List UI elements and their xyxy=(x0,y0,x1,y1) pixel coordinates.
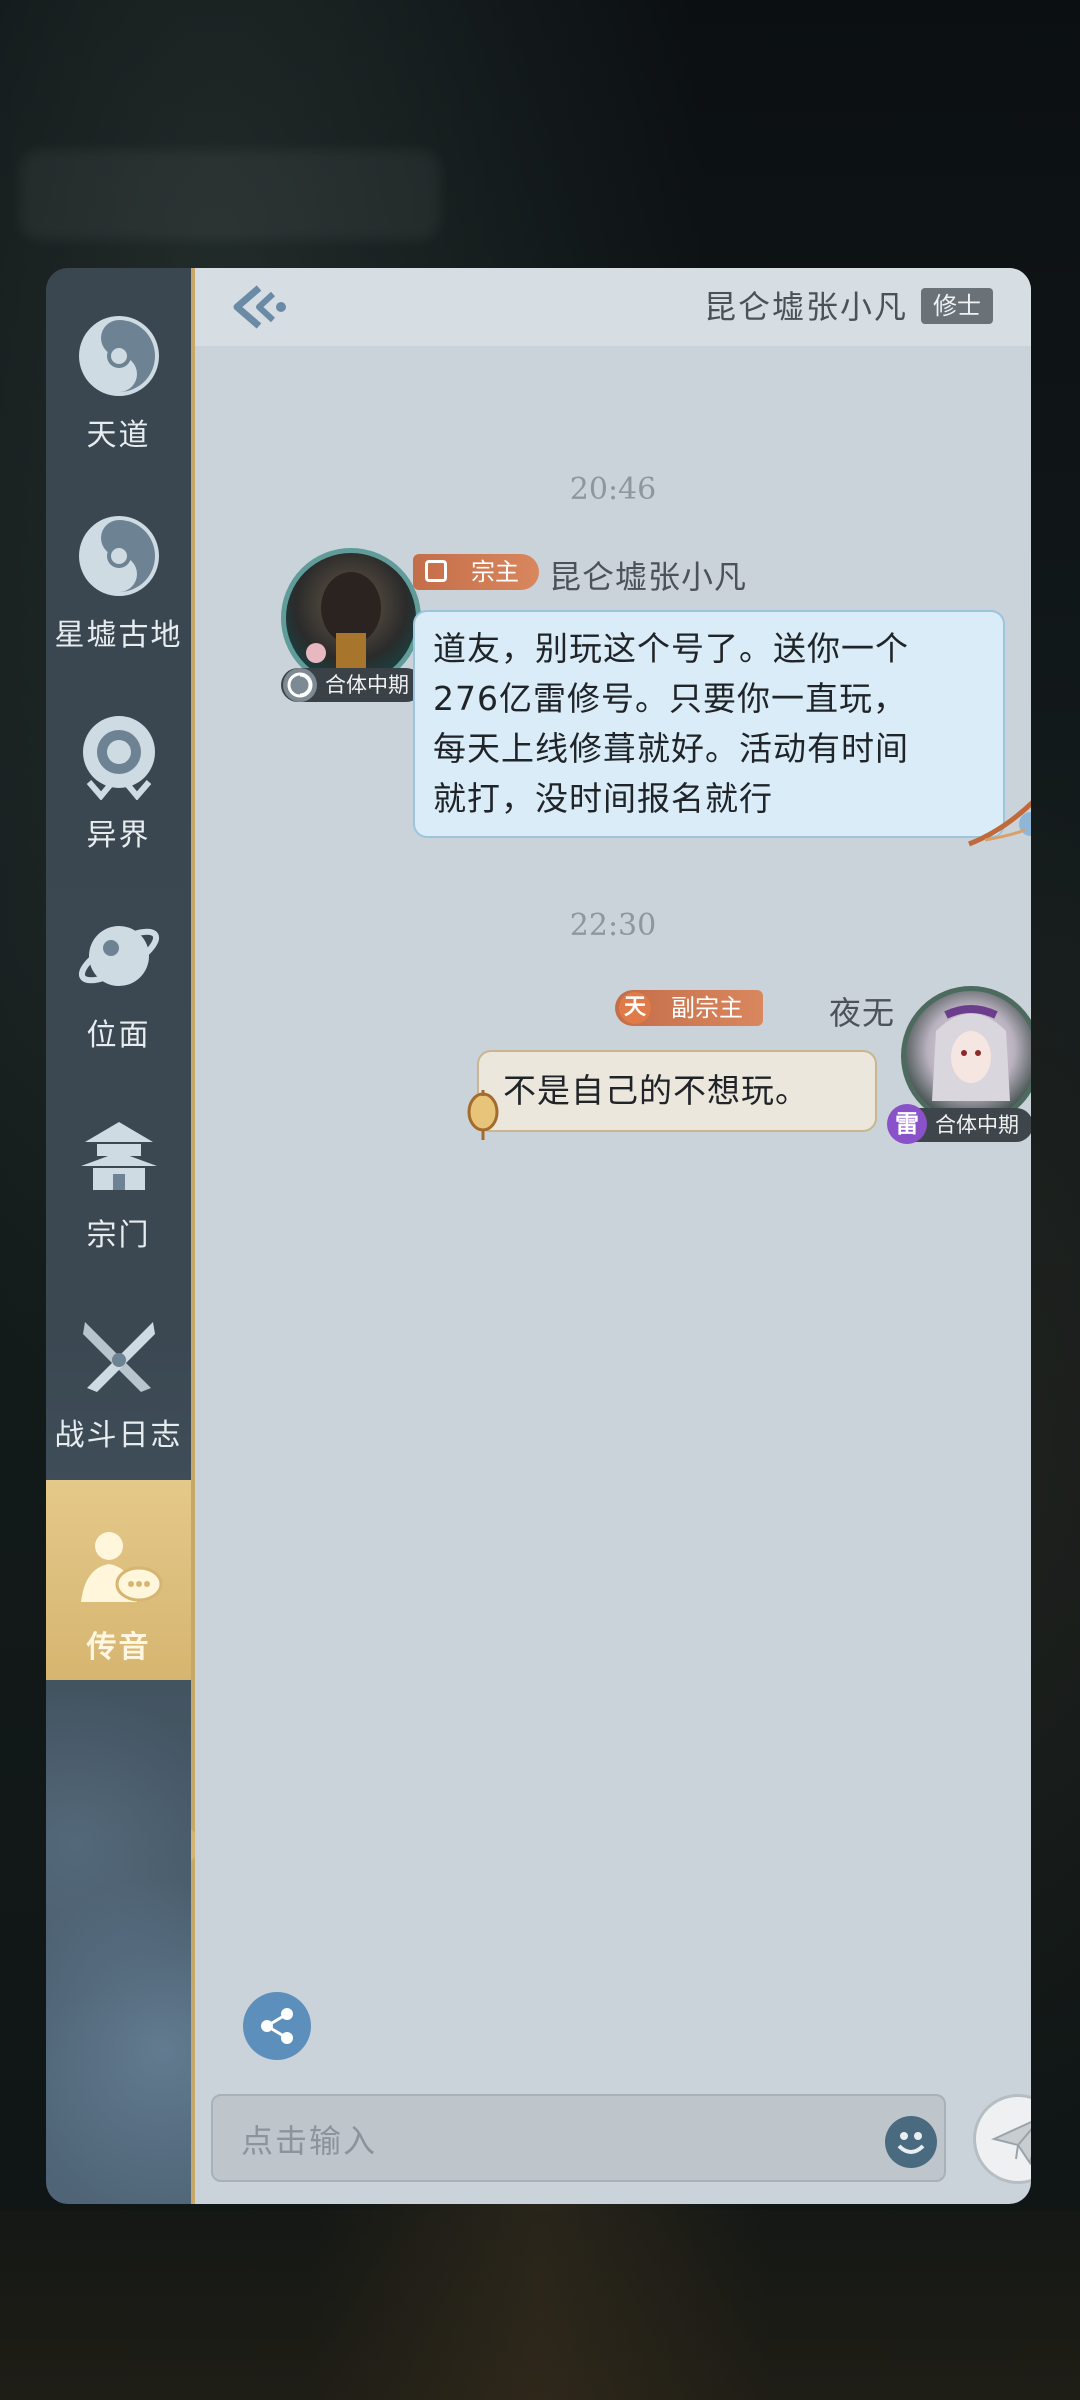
sidebar-item-tiandao[interactable]: 天道 xyxy=(46,268,191,468)
cultivation-rank-badge: 雷 合体中期 xyxy=(887,1104,1031,1144)
sidebar-item-xingxu[interactable]: 星墟古地 xyxy=(46,468,191,668)
sidebar-item-label: 天道 xyxy=(86,418,151,453)
share-icon xyxy=(261,2008,293,2044)
sect-title-badge: 宗主 xyxy=(413,554,539,590)
portal-ring-icon xyxy=(75,712,163,800)
square-badge-icon xyxy=(425,560,447,582)
taiji-swirl-icon xyxy=(75,512,163,600)
heaven-badge-icon: 天 xyxy=(619,992,651,1024)
bubble-cloud-ornament-icon xyxy=(968,800,1031,847)
background-blur-footer xyxy=(0,2210,1080,2400)
message-line: 就打，没时间报名就行 xyxy=(433,779,773,818)
message-input[interactable]: 点击输入 xyxy=(211,2094,946,2182)
sidebar-item-label: 传音 xyxy=(86,1630,151,1665)
back-arrow-icon xyxy=(233,285,286,329)
sidebar-item-label: 异界 xyxy=(86,818,151,853)
message-line: 每天上线修葺就好。活动有时间 xyxy=(433,729,909,768)
message-line: 不是自己的不想玩。 xyxy=(503,1071,809,1110)
taiji-swirl-icon xyxy=(75,312,163,400)
emoji-button[interactable] xyxy=(885,2116,937,2168)
sidebar-item-yijie[interactable]: 异界 xyxy=(46,668,191,868)
sidebar-item-label: 战斗日志 xyxy=(54,1418,183,1453)
chat-header: 昆仑墟张小凡 修士 xyxy=(195,268,1031,346)
messenger-panel: 天道 星墟古地 异界 位面 宗门 战斗日志 传音 昆仑墟张小凡 修士 20:46… xyxy=(46,268,1031,2204)
sidebar-item-label: 星墟古地 xyxy=(54,618,183,653)
rank-swirl-icon xyxy=(283,668,317,702)
message-timestamp: 22:30 xyxy=(569,908,657,943)
sidebar-item-label: 位面 xyxy=(86,1018,151,1053)
bubble-lantern-ornament-icon xyxy=(467,1090,499,1140)
back-button[interactable] xyxy=(233,280,289,334)
message-bubble[interactable]: 不是自己的不想玩。 xyxy=(477,1050,877,1132)
crossed-swords-icon xyxy=(75,1312,163,1400)
sidebar-item-zongmen[interactable]: 宗门 xyxy=(46,1068,191,1268)
sidebar: 天道 星墟古地 异界 位面 宗门 战斗日志 传音 xyxy=(46,268,195,2204)
rank-label: 合体中期 xyxy=(325,673,409,697)
share-button[interactable] xyxy=(243,1992,311,2060)
paper-plane-icon xyxy=(990,2120,1031,2166)
avatar[interactable] xyxy=(901,986,1031,1126)
background-blur-header xyxy=(20,150,440,240)
sidebar-item-weimian[interactable]: 位面 xyxy=(46,868,191,1068)
sender-name: 夜无 xyxy=(829,994,896,1032)
sidebar-decoration xyxy=(46,1688,191,2204)
sect-title-badge: 天 副宗主 xyxy=(615,990,763,1026)
character-portrait-icon xyxy=(306,572,381,673)
sidebar-item-battle-log[interactable]: 战斗日志 xyxy=(46,1268,191,1468)
message-input-placeholder: 点击输入 xyxy=(241,2122,378,2160)
planet-icon xyxy=(75,912,163,1000)
sidebar-item-label: 宗门 xyxy=(86,1218,151,1253)
message-timestamp: 20:46 xyxy=(569,472,657,507)
message-line: 道友，别玩这个号了。送你一个 xyxy=(433,629,909,668)
message-line: 276亿雷修号。只要你一直玩， xyxy=(433,679,907,718)
pagoda-icon xyxy=(75,1112,163,1200)
avatar[interactable] xyxy=(281,548,421,688)
character-portrait-icon xyxy=(932,1005,1010,1101)
cultivation-rank-badge: 合体中期 xyxy=(281,668,423,702)
sidebar-item-chuanyin[interactable]: 传音 xyxy=(46,1480,191,1680)
chat-contact-name: 昆仑墟张小凡 xyxy=(703,288,908,326)
title-label: 宗主 xyxy=(471,558,519,586)
send-button[interactable] xyxy=(973,2094,1031,2184)
chat-area: 昆仑墟张小凡 修士 20:46 合体中期 宗主 昆仑墟张小凡 道友，别玩这个号了… xyxy=(195,268,1031,2204)
title-label: 副宗主 xyxy=(671,994,743,1022)
rank-label: 合体中期 xyxy=(935,1113,1019,1137)
messenger-chat-icon xyxy=(75,1524,163,1612)
contact-tag-badge: 修士 xyxy=(921,288,993,324)
sender-name: 昆仑墟张小凡 xyxy=(549,558,748,596)
message-bubble[interactable]: 道友，别玩这个号了。送你一个 276亿雷修号。只要你一直玩， 每天上线修葺就好。… xyxy=(413,610,1005,838)
thunder-element-icon: 雷 xyxy=(887,1104,927,1144)
smiley-icon xyxy=(897,2132,925,2154)
